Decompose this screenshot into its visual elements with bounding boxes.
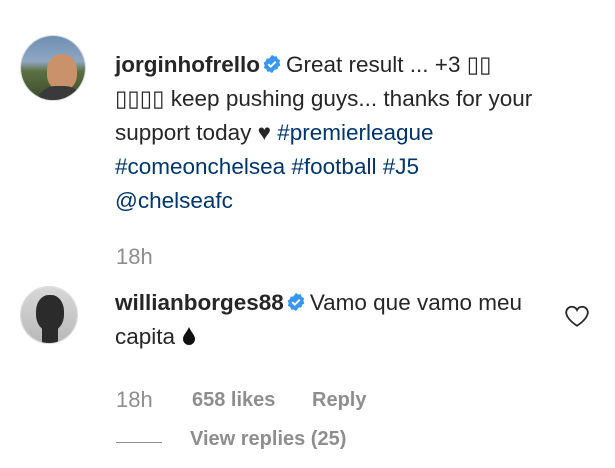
caption-unknown-glyphs-2: ▯▯▯▯ (115, 86, 165, 111)
comment-username[interactable]: willianborges88 (115, 290, 284, 315)
reply-button[interactable]: Reply (312, 389, 366, 412)
hashtag-comeonchelsea[interactable]: #comeonchelsea (115, 154, 285, 179)
post-timestamp[interactable]: 18h (116, 244, 153, 270)
hashtag-football[interactable]: #football (291, 154, 376, 179)
hashtag-premierleague[interactable]: #premierleague (277, 120, 433, 145)
verified-badge-icon (263, 54, 281, 74)
drop-emoji-icon (181, 322, 197, 345)
replies-divider-line (116, 442, 162, 443)
hashtag-j5[interactable]: #J5 (383, 154, 419, 179)
verified-badge-icon (287, 292, 305, 312)
mention-chelseafc[interactable]: @chelseafc (115, 188, 233, 213)
profile-avatar[interactable] (20, 35, 86, 101)
comment-likes[interactable]: 658 likes (192, 389, 275, 412)
comment-text: willianborges88 Vamo que vamo meu capita (115, 286, 535, 354)
caption-text: jorginhofrello Great result ... +3 ▯▯ ▯▯▯… (115, 48, 575, 218)
comment-timestamp[interactable]: 18h (116, 387, 153, 413)
post-username[interactable]: jorginhofrello (115, 52, 260, 77)
view-replies-button[interactable]: View replies (25) (190, 428, 346, 451)
caption-part1: Great result ... +3 (286, 52, 467, 77)
heart-emoji-icon: ♥ (257, 120, 271, 145)
like-heart-icon[interactable] (564, 304, 590, 328)
commenter-avatar[interactable] (20, 286, 78, 344)
caption-unknown-glyphs-1: ▯▯ (466, 52, 492, 77)
